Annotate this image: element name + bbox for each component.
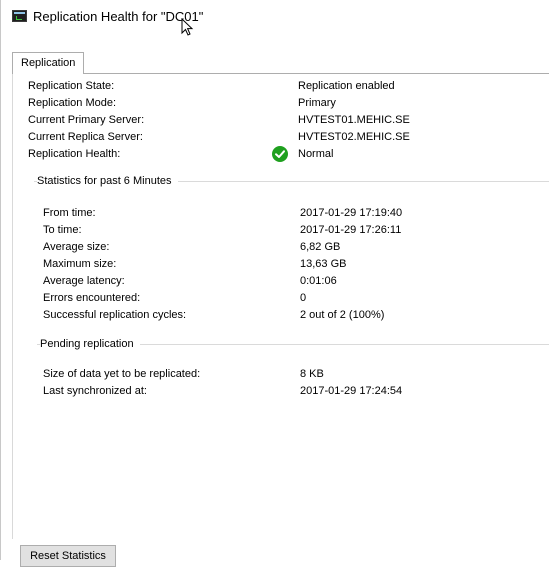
pending-label: Size of data yet to be replicated: — [43, 368, 201, 380]
pending-label: Last synchronized at: — [43, 385, 147, 397]
summary-value: Replication enabled — [298, 80, 395, 92]
stat-label: Successful replication cycles: — [43, 309, 187, 321]
stat-value: 6,82 GB — [300, 241, 341, 253]
stat-value: 13,63 GB — [300, 258, 347, 270]
stat-value: 2017-01-29 17:19:40 — [300, 207, 403, 219]
window-title: Replication Health for "DC01" — [33, 9, 204, 24]
hyper-v-manager-icon — [12, 10, 27, 22]
pending-value: 8 KB — [300, 368, 324, 380]
summary-label: Replication Health: — [28, 148, 121, 160]
title-bar[interactable]: Replication Health for "DC01" — [1, 0, 549, 34]
summary-value: HVTEST02.MEHIC.SE — [298, 131, 410, 143]
pending-title: Pending replication — [40, 338, 140, 350]
summary-label: Replication State: — [28, 80, 115, 92]
tab-replication[interactable]: Replication — [12, 52, 85, 74]
stat-label: Errors encountered: — [43, 292, 141, 304]
mouse-cursor-icon — [181, 18, 194, 36]
summary-value: HVTEST01.MEHIC.SE — [298, 114, 410, 126]
summary-label: Current Replica Server: — [28, 131, 143, 143]
stat-value: 2017-01-29 17:26:11 — [300, 224, 402, 236]
summary-label: Current Primary Server: — [28, 114, 145, 126]
stat-label: Maximum size: — [43, 258, 117, 270]
reset-statistics-button[interactable]: Reset Statistics — [20, 545, 116, 567]
summary-label: Replication Mode: — [28, 97, 117, 109]
green-check-icon — [272, 146, 288, 162]
pending-value: 2017-01-29 17:24:54 — [300, 385, 403, 397]
replication-health-dialog: Replication Health for "DC01" Replicatio… — [0, 0, 549, 567]
stat-value: 0:01:06 — [300, 275, 337, 287]
stat-label: From time: — [43, 207, 96, 219]
stat-label: To time: — [43, 224, 82, 236]
statistics-title: Statistics for past 6 Minutes — [37, 175, 178, 187]
stat-value: 2 out of 2 (100%) — [300, 309, 385, 321]
stat-label: Average latency: — [43, 275, 125, 287]
stat-label: Average size: — [43, 241, 110, 253]
stat-value: 0 — [300, 292, 307, 304]
summary-value: Primary — [298, 97, 336, 109]
summary-value: Normal — [298, 148, 334, 160]
